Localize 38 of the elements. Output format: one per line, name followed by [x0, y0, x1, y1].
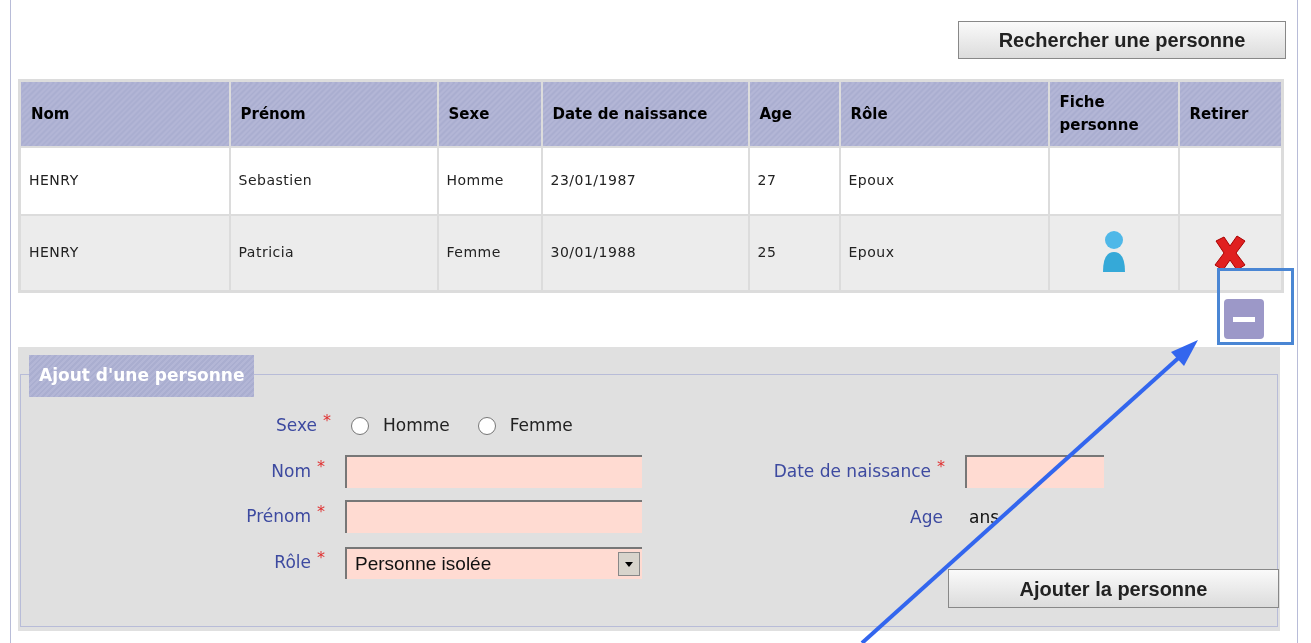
radio-label: Homme	[383, 414, 450, 437]
table-cell: Epoux	[839, 146, 1049, 215]
field-label: Sexe	[276, 414, 317, 437]
field-label: Nom	[271, 459, 311, 483]
radio-label: Femme	[509, 414, 573, 437]
radio-button[interactable]	[477, 416, 496, 435]
collapse-button[interactable]	[1224, 299, 1264, 339]
table-cell: HENRY	[19, 146, 230, 215]
required-mark: *	[317, 458, 325, 475]
required-mark: *	[317, 550, 325, 567]
radio-button[interactable]	[351, 416, 369, 435]
add-person-button[interactable]: Ajouter la personne	[948, 569, 1279, 608]
column-header: Nom	[19, 80, 230, 147]
birth-date-input[interactable]	[965, 455, 1104, 488]
column-header: Date de naissance	[541, 80, 749, 147]
role-select[interactable]: Personne isolée	[345, 547, 642, 579]
caret-icon	[625, 561, 633, 567]
search-button[interactable]: Rechercher une personne	[958, 21, 1286, 59]
field-label: Prénom	[246, 504, 311, 528]
required-mark: *	[937, 458, 945, 475]
name-input[interactable]	[345, 455, 642, 488]
required-mark: *	[317, 503, 325, 520]
column-header: Rôle	[839, 80, 1049, 147]
column-header: Sexe	[437, 80, 542, 147]
table-cell: Sebastien	[229, 146, 438, 215]
column-header: Age	[748, 80, 840, 147]
column-header: Fiche personne	[1048, 80, 1179, 147]
column-header: Prénom	[229, 80, 438, 147]
first-name-input[interactable]	[345, 500, 642, 533]
table-cell: 23/01/1987	[541, 146, 749, 215]
table-cell: 27	[748, 146, 840, 215]
table-cell: Homme	[437, 146, 542, 215]
field-label: Rôle	[274, 551, 311, 575]
panel-legend: Ajout d'une personne	[29, 355, 255, 397]
field-label: Age	[910, 506, 943, 529]
field-label: Date de naissance	[773, 459, 931, 483]
column-header: Retirer	[1178, 80, 1283, 147]
required-mark: *	[323, 413, 331, 429]
